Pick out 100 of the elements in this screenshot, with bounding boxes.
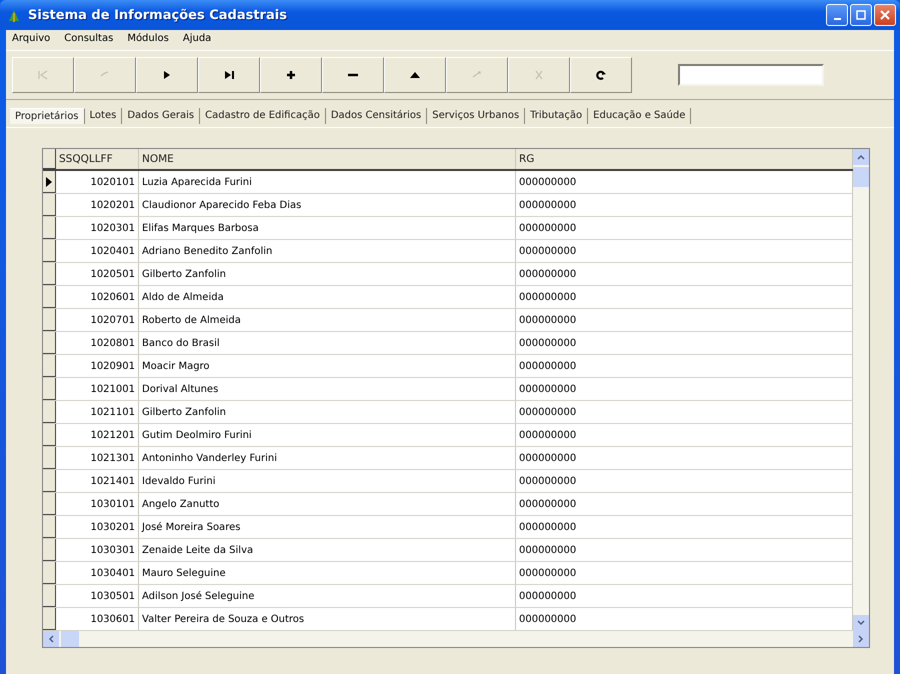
scroll-thumb[interactable] <box>853 167 869 187</box>
menu-item[interactable]: Ajuda <box>182 33 212 47</box>
table-cell: Banco do Brasil <box>139 332 516 354</box>
chevron-down-icon <box>857 620 865 626</box>
table-cell: 1021301 <box>56 447 139 469</box>
table-cell: 1020701 <box>56 309 139 331</box>
table-cell: Adriano Benedito Zanfolin <box>139 240 516 262</box>
row-indicator[interactable] <box>43 355 56 377</box>
row-indicator[interactable] <box>43 309 56 331</box>
table-cell: 1021101 <box>56 401 139 423</box>
table-cell: José Moreira Soares <box>139 516 516 538</box>
table-cell: Elifas Marques Barbosa <box>139 217 516 239</box>
toolbar-button[interactable] <box>260 57 322 93</box>
tab[interactable]: Cadastro de Edificação <box>200 108 326 124</box>
table-cell: 1020801 <box>56 332 139 354</box>
horizontal-scrollbar[interactable] <box>42 631 870 648</box>
row-indicator[interactable] <box>43 516 56 538</box>
column-header[interactable]: NOME <box>139 149 516 169</box>
row-indicator[interactable] <box>43 562 56 584</box>
row-indicator[interactable] <box>43 608 56 630</box>
window-title: Sistema de Informações Cadastrais <box>28 8 287 22</box>
row-indicator[interactable] <box>43 585 56 607</box>
vertical-scrollbar[interactable] <box>853 149 869 631</box>
table-cell: 1030501 <box>56 585 139 607</box>
row-indicator[interactable] <box>43 470 56 492</box>
table-cell: 1030401 <box>56 562 139 584</box>
table-cell: Zenaide Leite da Silva <box>139 539 516 561</box>
scroll-thumb[interactable] <box>61 631 79 647</box>
close-button[interactable] <box>874 4 896 26</box>
row-indicator[interactable] <box>43 263 56 285</box>
table-cell: 1030301 <box>56 539 139 561</box>
toolbar-button[interactable] <box>74 57 136 93</box>
table-cell: Gilberto Zanfolin <box>139 263 516 285</box>
table-cell: Gilberto Zanfolin <box>139 401 516 423</box>
table-cell: Gutim Deolmiro Furini <box>139 424 516 446</box>
row-indicator[interactable] <box>43 424 56 446</box>
menu-item[interactable]: Arquivo <box>12 33 50 47</box>
table-cell: 1020601 <box>56 286 139 308</box>
table-cell: 1030201 <box>56 516 139 538</box>
row-indicator[interactable] <box>43 240 56 262</box>
row-indicator[interactable] <box>43 332 56 354</box>
table-cell: Moacir Magro <box>139 355 516 377</box>
current-row-icon <box>46 176 52 186</box>
minimize-button[interactable] <box>826 4 848 26</box>
tab[interactable]: Lotes <box>84 108 122 124</box>
maximize-button[interactable] <box>850 4 872 26</box>
chevron-left-icon <box>48 635 54 643</box>
tab[interactable]: Tributação <box>525 108 588 124</box>
menu-item[interactable]: Consultas <box>64 33 114 47</box>
row-indicator[interactable] <box>43 217 56 239</box>
table-cell: 1021201 <box>56 424 139 446</box>
tab[interactable]: Dados Gerais <box>122 108 200 124</box>
toolbar-button[interactable] <box>508 57 570 93</box>
toolbar-button[interactable] <box>446 57 508 93</box>
table-cell: Antoninho Vanderley Furini <box>139 447 516 469</box>
table-cell: Dorival Altunes <box>139 378 516 400</box>
table-cell: 1020401 <box>56 240 139 262</box>
toolbar-button[interactable] <box>384 57 446 93</box>
table-cell: 1020501 <box>56 263 139 285</box>
table-cell: 1030601 <box>56 608 139 630</box>
tab[interactable]: Educação e Saúde <box>588 108 692 124</box>
table-cell: Roberto de Almeida <box>139 309 516 331</box>
table-cell: Mauro Seleguine <box>139 562 516 584</box>
maximize-icon <box>856 10 866 20</box>
tab[interactable]: Dados Censitários <box>326 108 428 124</box>
toolbar-button[interactable] <box>198 57 260 93</box>
table-cell: 1030101 <box>56 493 139 515</box>
row-indicator[interactable] <box>43 493 56 515</box>
row-indicator[interactable] <box>43 401 56 423</box>
row-indicator[interactable] <box>43 286 56 308</box>
toolbar-button[interactable] <box>136 57 198 93</box>
scroll-down-button[interactable] <box>853 615 869 631</box>
row-indicator[interactable] <box>43 378 56 400</box>
close-icon <box>880 10 890 20</box>
toolbar-button[interactable] <box>12 57 74 93</box>
chevron-right-icon <box>858 635 864 643</box>
table-cell: 1021401 <box>56 470 139 492</box>
table-cell: Angelo Zanutto <box>139 493 516 515</box>
column-header[interactable]: SSQQLLFF <box>56 149 139 169</box>
scroll-left-button[interactable] <box>43 631 59 647</box>
menu-item[interactable]: Módulos <box>127 33 169 47</box>
tab[interactable]: Serviços Urbanos <box>427 108 526 124</box>
table-cell: 1021001 <box>56 378 139 400</box>
toolbar-button[interactable] <box>322 57 384 93</box>
row-indicator[interactable] <box>43 539 56 561</box>
minimize-icon <box>834 18 840 20</box>
table-cell: 1020901 <box>56 355 139 377</box>
row-indicator[interactable] <box>43 171 56 193</box>
chevron-up-icon <box>857 154 865 160</box>
table-cell: Claudionor Aparecido Feba Dias <box>139 194 516 216</box>
scroll-right-button[interactable] <box>853 631 869 647</box>
toolbar-button[interactable] <box>570 57 632 93</box>
row-indicator[interactable] <box>43 194 56 216</box>
table-cell: 1020301 <box>56 217 139 239</box>
search-field[interactable] <box>678 64 824 86</box>
table-cell: 1020201 <box>56 194 139 216</box>
scroll-up-button[interactable] <box>853 149 869 165</box>
row-indicator[interactable] <box>43 447 56 469</box>
tab[interactable]: Proprietários <box>10 108 85 124</box>
table-cell: 1020101 <box>56 171 139 193</box>
